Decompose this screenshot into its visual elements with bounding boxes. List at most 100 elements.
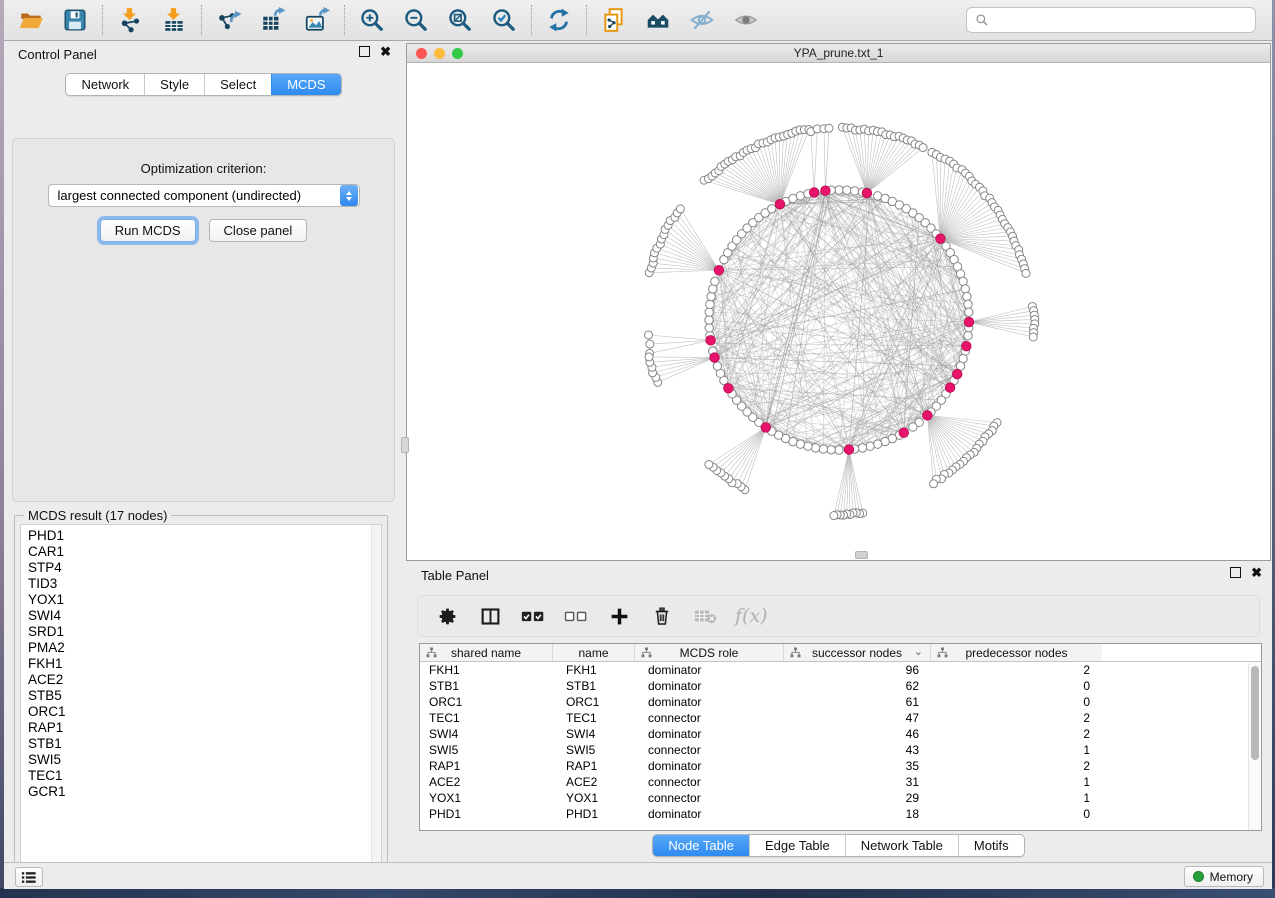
zoom-out-icon[interactable] (401, 5, 431, 35)
mcds-result-item[interactable]: SRD1 (28, 624, 381, 640)
window-close-icon[interactable] (416, 48, 427, 59)
mcds-result-item[interactable]: STB1 (28, 736, 381, 752)
mcds-result-item[interactable]: FKH1 (28, 656, 381, 672)
zoom-selected-icon[interactable] (489, 5, 519, 35)
mcds-result-item[interactable]: SWI5 (28, 752, 381, 768)
mcds-result-item[interactable]: TEC1 (28, 768, 381, 784)
mcds-result-item[interactable]: PHD1 (28, 528, 381, 544)
vertical-splitter-handle[interactable] (401, 437, 409, 453)
mcds-result-item[interactable]: STP4 (28, 560, 381, 576)
save-icon[interactable] (60, 5, 90, 35)
import-table-icon[interactable] (159, 5, 189, 35)
column-header-shared-name[interactable]: shared name (420, 644, 553, 661)
tab-network-table[interactable]: Network Table (845, 835, 958, 856)
table-cell: TEC1 (420, 710, 553, 726)
tab-select[interactable]: Select (204, 74, 271, 95)
close-panel-icon[interactable]: ✖ (380, 46, 391, 57)
mcds-result-item[interactable]: ACE2 (28, 672, 381, 688)
float-panel-icon[interactable] (359, 46, 370, 57)
create-column-icon[interactable] (606, 603, 632, 629)
mcds-result-item[interactable]: YOX1 (28, 592, 381, 608)
table-cell (1102, 790, 1261, 806)
criterion-dropdown[interactable]: largest connected component (undirected) (48, 184, 360, 207)
mcds-result-item[interactable]: ORC1 (28, 704, 381, 720)
copy-network-icon[interactable] (599, 5, 629, 35)
mcds-result-item[interactable]: CAR1 (28, 544, 381, 560)
column-header-predecessor-nodes[interactable]: predecessor nodes (931, 644, 1102, 661)
float-table-panel-icon[interactable] (1230, 567, 1241, 578)
column-header-successor-nodes[interactable]: successor nodes⌄ (784, 644, 931, 661)
mcds-list-scrollbar[interactable] (371, 525, 381, 872)
delete-column-icon[interactable] (649, 603, 675, 629)
run-mcds-button[interactable]: Run MCDS (100, 219, 196, 242)
window-minimize-icon[interactable] (434, 48, 445, 59)
node-table[interactable]: shared namenameMCDS rolesuccessor nodes⌄… (419, 643, 1262, 831)
export-table-icon[interactable] (258, 5, 288, 35)
wallpaper-bottom (0, 888, 1275, 898)
open-file-icon[interactable] (16, 5, 46, 35)
mcds-result-list[interactable]: PHD1CAR1STP4TID3YOX1SWI4SRD1PMA2FKH1ACE2… (20, 524, 382, 873)
network-canvas[interactable] (407, 63, 1270, 560)
close-panel-button[interactable]: Close panel (209, 219, 308, 242)
mcds-result-item[interactable]: SWI4 (28, 608, 381, 624)
table-cell: STB1 (420, 678, 553, 694)
export-network-icon[interactable] (214, 5, 244, 35)
column-header-name[interactable]: name (553, 644, 635, 661)
select-all-rows-icon[interactable] (520, 603, 546, 629)
mcds-result-item[interactable]: PMA2 (28, 640, 381, 656)
function-builder-button[interactable]: f(x) (735, 605, 768, 627)
window-maximize-icon[interactable] (452, 48, 463, 59)
table-toolbar: f(x) (417, 595, 1260, 637)
table-scrollbar-thumb[interactable] (1251, 666, 1259, 760)
show-all-icon[interactable] (731, 5, 761, 35)
table-row[interactable]: YOX1YOX1connector291 (420, 790, 1261, 806)
table-row[interactable]: FKH1FKH1dominator962 (420, 662, 1261, 678)
table-cell: SWI5 (553, 742, 635, 758)
sort-desc-icon: ⌄ (914, 645, 923, 658)
tab-edge-table[interactable]: Edge Table (749, 835, 845, 856)
table-row[interactable]: SWI4SWI4dominator462 (420, 726, 1261, 742)
column-header-MCDS-role[interactable]: MCDS role (635, 644, 784, 661)
close-table-panel-icon[interactable]: ✖ (1251, 567, 1262, 578)
delete-table-icon[interactable] (692, 603, 718, 629)
zoom-in-icon[interactable] (357, 5, 387, 35)
search-input[interactable] (995, 13, 1247, 28)
table-row[interactable]: PHD1PHD1dominator180 (420, 806, 1261, 822)
network-window-titlebar[interactable]: YPA_prune.txt_1 (407, 44, 1270, 63)
mcds-result-item[interactable]: RAP1 (28, 720, 381, 736)
table-row[interactable]: SWI5SWI5connector431 (420, 742, 1261, 758)
tab-node-table[interactable]: Node Table (653, 835, 749, 856)
tab-network[interactable]: Network (66, 74, 144, 95)
import-network-icon[interactable] (115, 5, 145, 35)
task-history-button[interactable] (15, 867, 43, 887)
zoom-fit-icon[interactable] (445, 5, 475, 35)
deselect-all-rows-icon[interactable] (563, 603, 589, 629)
tab-motifs[interactable]: Motifs (958, 835, 1024, 856)
table-panel-tabs: Node TableEdge TableNetwork TableMotifs (652, 834, 1024, 857)
export-image-icon[interactable] (302, 5, 332, 35)
table-panel-title: Table Panel (421, 568, 489, 583)
search-box[interactable] (966, 7, 1256, 33)
table-cell (1102, 710, 1261, 726)
table-row[interactable]: RAP1RAP1dominator352 (420, 758, 1261, 774)
first-neighbors-icon[interactable] (643, 5, 673, 35)
table-row[interactable]: ACE2ACE2connector311 (420, 774, 1261, 790)
table-scrollbar[interactable] (1248, 663, 1260, 831)
hide-selected-icon[interactable] (687, 5, 717, 35)
table-row[interactable]: STB1STB1dominator620 (420, 678, 1261, 694)
mcds-result-item[interactable]: TID3 (28, 576, 381, 592)
refresh-icon[interactable] (544, 5, 574, 35)
table-row[interactable]: ORC1ORC1dominator610 (420, 694, 1261, 710)
table-cell: connector (635, 774, 784, 790)
mcds-result-item[interactable]: GCR1 (28, 784, 381, 800)
tab-style[interactable]: Style (144, 74, 204, 95)
table-row[interactable]: TEC1TEC1connector472 (420, 710, 1261, 726)
table-cell: SWI4 (553, 726, 635, 742)
show-columns-icon[interactable] (477, 603, 503, 629)
horizontal-splitter-handle[interactable] (855, 551, 868, 559)
mcds-result-item[interactable]: STB5 (28, 688, 381, 704)
table-cell: YOX1 (420, 790, 553, 806)
memory-button[interactable]: Memory (1184, 866, 1264, 887)
tab-mcds[interactable]: MCDS (271, 74, 340, 95)
table-options-gear-icon[interactable] (434, 603, 460, 629)
